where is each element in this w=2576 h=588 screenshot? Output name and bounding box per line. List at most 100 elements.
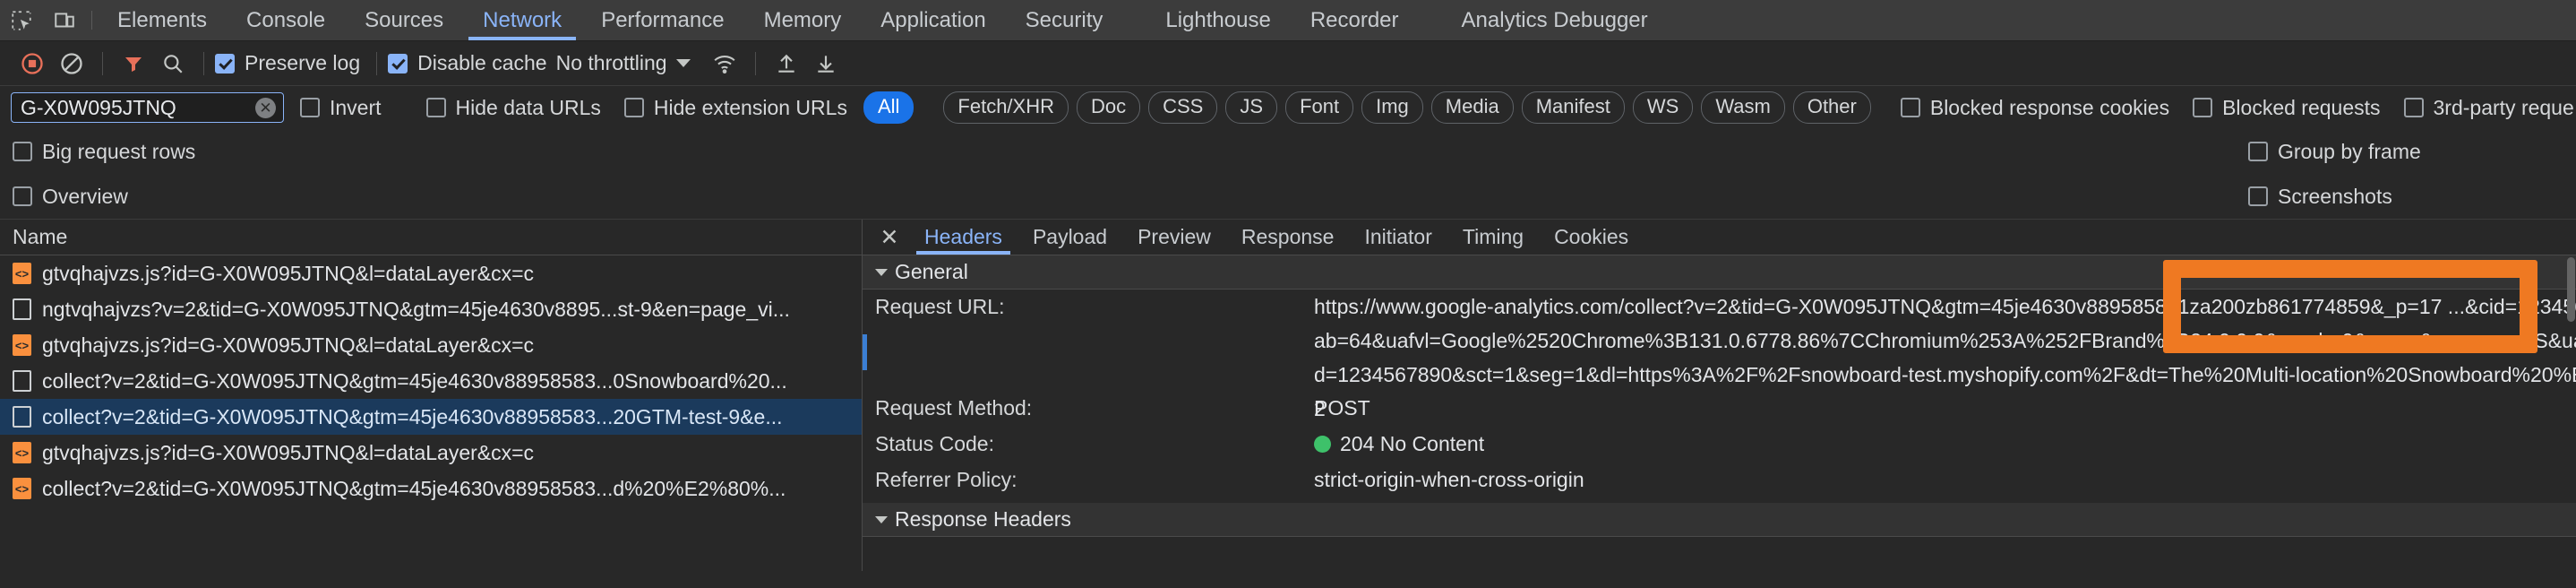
checkbox-box	[300, 98, 320, 117]
filter-chip-fetch-xhr[interactable]: Fetch/XHR	[943, 91, 1069, 124]
filter-funnel-icon[interactable]	[114, 44, 153, 83]
invert-checkbox[interactable]: Invert	[300, 96, 382, 120]
detail-tab-label: Headers	[924, 225, 1002, 248]
blocked-requests-label: Blocked requests	[2222, 95, 2381, 119]
detail-tab-cookies[interactable]: Cookies	[1539, 220, 1644, 255]
status-code-value-wrap: 204 No Content	[1314, 426, 1484, 462]
table-row[interactable]: <> gtvqhajvzs.js?id=G-X0W095JTNQ&l=dataL…	[0, 327, 862, 363]
tab-memory[interactable]: Memory	[744, 0, 862, 40]
filter-chip-doc[interactable]: Doc	[1077, 91, 1141, 124]
blocked-requests-checkbox[interactable]: Blocked requests	[2193, 95, 2381, 120]
checkbox-box	[388, 53, 408, 74]
response-headers-section-header[interactable]: Response Headers	[863, 503, 2576, 537]
filter-chip-all[interactable]: All	[863, 91, 914, 124]
filter-chip-other[interactable]: Other	[1792, 91, 1871, 124]
preserve-log-label: Preserve log	[245, 51, 361, 74]
table-row[interactable]: collect?v=2&tid=G-X0W095JTNQ&gtm=45je463…	[0, 363, 862, 399]
filter-input[interactable]: G-X0W095JTNQ	[21, 96, 255, 120]
screenshots-checkbox[interactable]: Screenshots	[2248, 185, 2392, 209]
table-row[interactable]: <> gtvqhajvzs.js?id=G-X0W095JTNQ&l=dataL…	[0, 255, 862, 291]
detail-scrollbar[interactable]	[2567, 257, 2575, 322]
tab-security[interactable]: Security	[1006, 0, 1123, 40]
hide-data-urls-checkbox[interactable]: Hide data URLs	[425, 96, 601, 120]
tab-label: Console	[246, 7, 326, 32]
detail-tab-timing[interactable]: Timing	[1447, 220, 1539, 255]
preserve-log-checkbox[interactable]: Preserve log	[215, 51, 360, 75]
column-header-name[interactable]: Name	[0, 220, 862, 255]
import-har-icon[interactable]	[767, 44, 806, 83]
clear-requests-icon[interactable]	[52, 44, 91, 83]
detail-tab-preview[interactable]: Preview	[1122, 220, 1226, 255]
table-row[interactable]: <> collect?v=2&tid=G-X0W095JTNQ&gtm=45je…	[0, 471, 862, 506]
detail-tab-headers[interactable]: Headers	[909, 220, 1018, 255]
checkbox-box	[215, 53, 235, 74]
big-request-rows-checkbox[interactable]: Big request rows	[13, 140, 195, 164]
close-icon[interactable]: ✕	[870, 220, 909, 255]
filter-chip-media[interactable]: Media	[1430, 91, 1514, 124]
request-list-pane: Name <> gtvqhajvzs.js?id=G-X0W095JTNQ&l=…	[0, 220, 863, 571]
tab-elements[interactable]: Elements	[98, 0, 227, 40]
detail-tab-initiator[interactable]: Initiator	[1349, 220, 1447, 255]
table-row[interactable]: <> gtvqhajvzs.js?id=G-X0W095JTNQ&l=dataL…	[0, 435, 862, 471]
hide-extension-urls-checkbox[interactable]: Hide extension URLs	[623, 96, 847, 120]
overview-label: Overview	[42, 184, 128, 208]
filter-chip-css[interactable]: CSS	[1148, 91, 1218, 124]
filter-input-wrapper[interactable]: G-X0W095JTNQ ✕	[11, 92, 284, 123]
checkbox-box	[1900, 98, 1920, 117]
document-file-icon	[13, 298, 31, 320]
disable-cache-checkbox[interactable]: Disable cache	[388, 51, 547, 75]
request-url-value[interactable]: https://www.google-analytics.com/collect…	[1314, 290, 2576, 426]
blocked-response-cookies-label: Blocked response cookies	[1929, 95, 2170, 119]
overview-checkbox[interactable]: Overview	[13, 185, 128, 209]
filter-chip-img[interactable]: Img	[1361, 91, 1423, 124]
export-har-icon[interactable]	[806, 44, 846, 83]
filter-chip-wasm[interactable]: Wasm	[1701, 91, 1785, 124]
request-name: gtvqhajvzs.js?id=G-X0W095JTNQ&l=dataLaye…	[42, 261, 535, 285]
tab-console[interactable]: Console	[227, 0, 345, 40]
overview-row: Overview Screenshots	[0, 174, 2576, 219]
inspect-element-icon[interactable]	[0, 0, 43, 40]
toolbar-divider	[754, 51, 756, 75]
detail-tab-response[interactable]: Response	[1226, 220, 1350, 255]
device-toolbar-icon[interactable]	[43, 0, 86, 40]
table-row-selected[interactable]: collect?v=2&tid=G-X0W095JTNQ&gtm=45je463…	[0, 399, 862, 435]
tab-label: Security	[1025, 7, 1103, 32]
detail-tab-payload[interactable]: Payload	[1018, 220, 1122, 255]
blocked-response-cookies-checkbox[interactable]: Blocked response cookies	[1900, 95, 2170, 120]
tab-analytics-debugger[interactable]: Analytics Debugger	[1442, 0, 1668, 40]
response-headers-section-label: Response Headers	[895, 507, 1071, 531]
group-by-frame-checkbox[interactable]: Group by frame	[2248, 140, 2421, 164]
filter-chip-ws[interactable]: WS	[1632, 91, 1694, 124]
tab-application[interactable]: Application	[861, 0, 1005, 40]
third-party-requests-checkbox[interactable]: 3rd-party reque	[2403, 96, 2574, 120]
record-stop-icon[interactable]	[13, 44, 52, 83]
search-icon[interactable]	[153, 44, 193, 83]
tab-label: Performance	[601, 7, 725, 32]
general-section-header[interactable]: General	[863, 255, 2576, 290]
tab-performance[interactable]: Performance	[581, 0, 743, 40]
referrer-policy-value: strict-origin-when-cross-origin	[1314, 468, 1584, 491]
document-file-icon	[13, 406, 31, 428]
tab-label: Lighthouse	[1165, 7, 1271, 32]
toolbar-divider	[203, 51, 204, 75]
filter-chip-js[interactable]: JS	[1225, 91, 1278, 124]
filter-chip-font[interactable]: Font	[1285, 91, 1354, 124]
tab-lighthouse[interactable]: Lighthouse	[1146, 0, 1290, 40]
devtools-tab-bar: Elements Console Sources Network Perform…	[0, 0, 2576, 41]
group-by-frame-label: Group by frame	[2278, 139, 2421, 163]
request-name: gtvqhajvzs.js?id=G-X0W095JTNQ&l=dataLaye…	[42, 440, 535, 464]
clear-filter-icon[interactable]: ✕	[255, 97, 276, 118]
checkbox-box	[13, 142, 32, 161]
request-name: collect?v=2&tid=G-X0W095JTNQ&gtm=45je463…	[42, 404, 783, 428]
tab-network[interactable]: Network	[463, 0, 581, 40]
table-row[interactable]: ngtvqhajvzs?v=2&tid=G-X0W095JTNQ&gtm=45j…	[0, 291, 862, 327]
status-code-value: 204 No Content	[1340, 432, 1485, 455]
throttling-select[interactable]: No throttling	[556, 51, 667, 75]
chevron-down-icon[interactable]	[675, 59, 691, 67]
checkbox-box	[2248, 186, 2268, 206]
network-filter-bar: G-X0W095JTNQ ✕ Invert Hide data URLs Hid…	[0, 86, 2576, 129]
network-conditions-icon[interactable]	[705, 44, 744, 83]
tab-recorder[interactable]: Recorder	[1291, 0, 1419, 40]
tab-sources[interactable]: Sources	[345, 0, 463, 40]
filter-chip-manifest[interactable]: Manifest	[1521, 91, 1625, 124]
